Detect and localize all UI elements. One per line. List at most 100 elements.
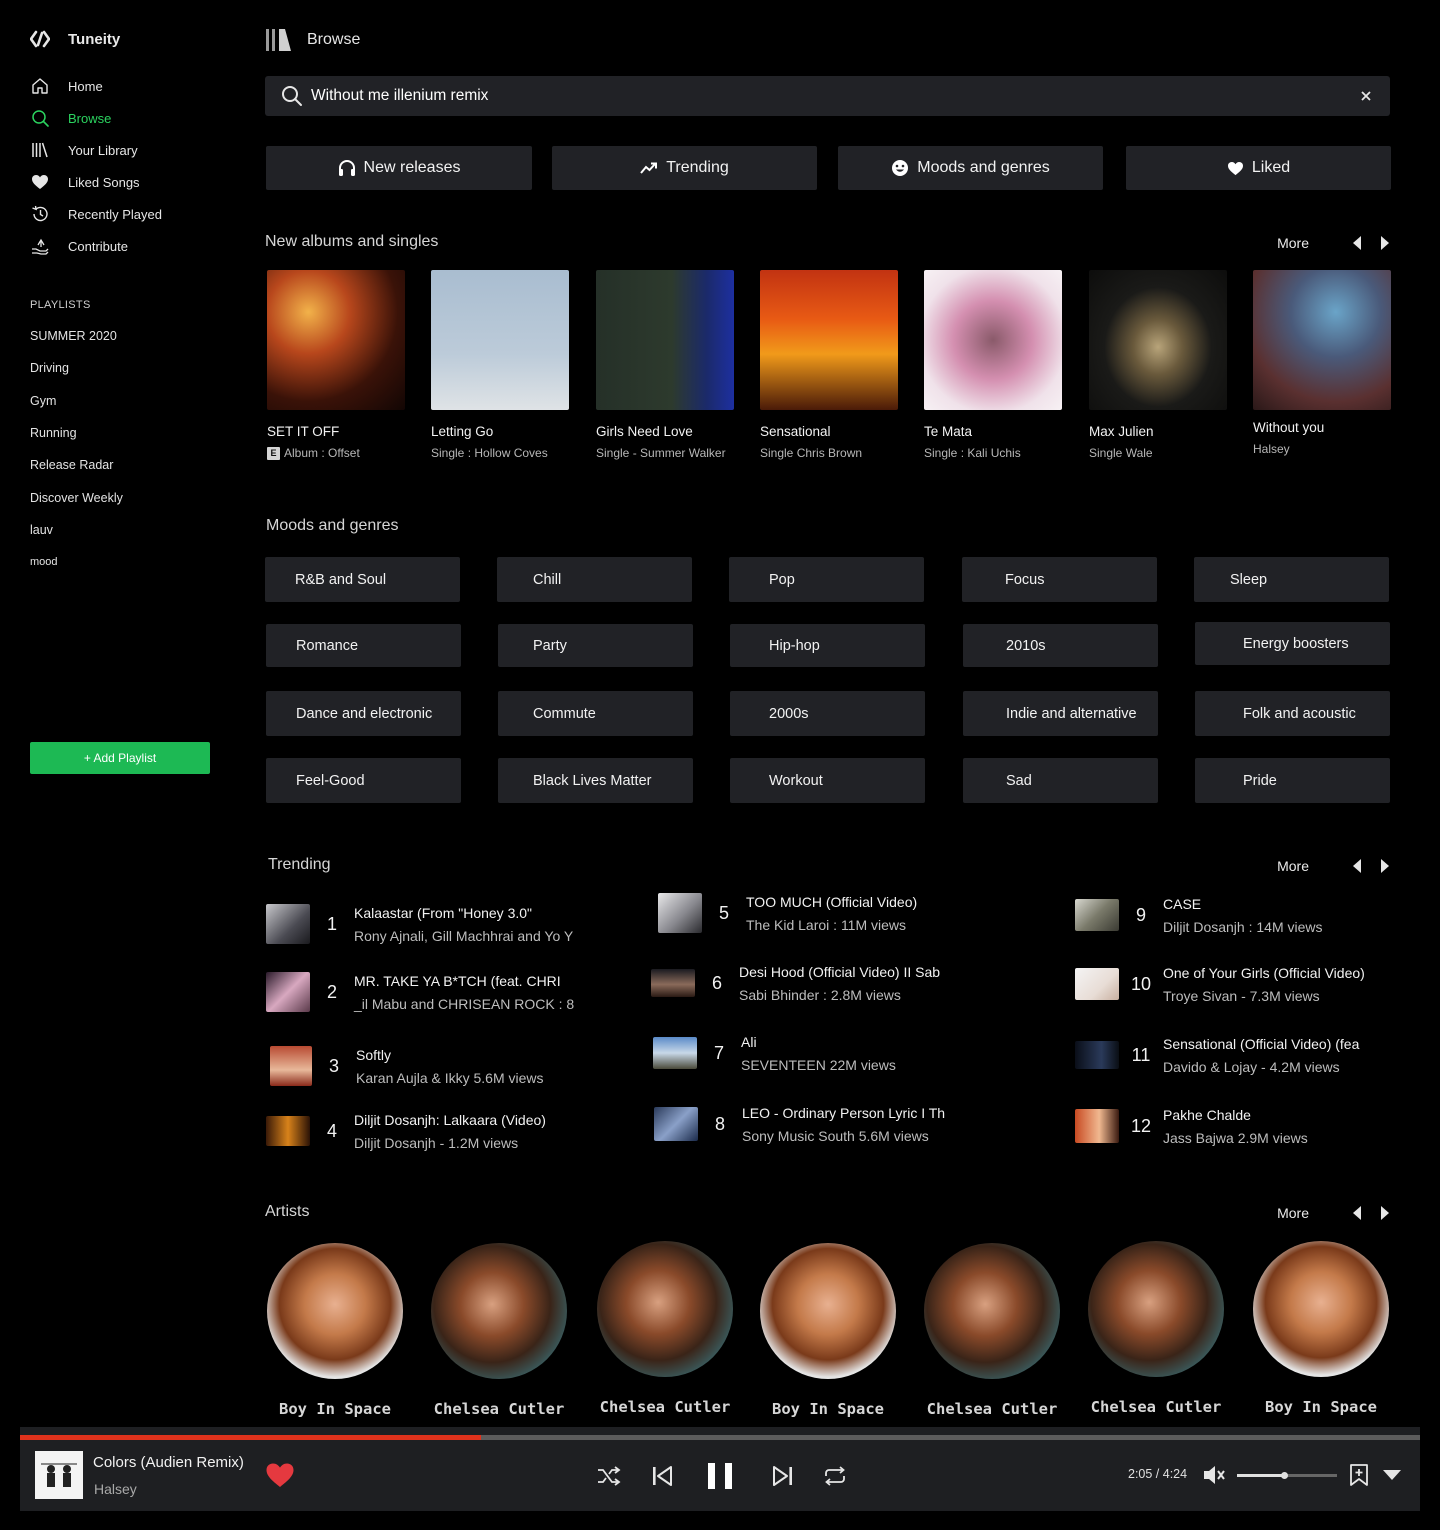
track-title: Pakhe Chalde (1163, 1106, 1251, 1123)
trending-button[interactable]: Trending (552, 146, 817, 190)
chevron-left-icon[interactable] (1351, 235, 1363, 251)
trending-item[interactable]: 2 MR. TAKE YA B*TCH (feat. CHRI _il Mabu … (266, 966, 574, 1018)
album-card[interactable]: Girls Need Love Single - Summer Walker (596, 270, 734, 460)
mood-tile[interactable]: Indie and alternative (963, 691, 1158, 736)
mood-tile[interactable]: Black Lives Matter (498, 758, 693, 803)
artist-card[interactable]: Boy In Space (1252, 1241, 1390, 1416)
nav-item-liked-songs[interactable]: Liked Songs (30, 166, 162, 198)
artist-card[interactable]: Boy In Space (266, 1243, 404, 1418)
heart-icon (30, 172, 50, 192)
playlist-item[interactable]: Running (30, 417, 123, 449)
mood-tile[interactable]: Focus (962, 557, 1157, 602)
pause-button[interactable] (704, 1461, 736, 1491)
trending-item[interactable]: 1 Kalaastar (From "Honey 3.0" Rony Ajnali… (266, 898, 573, 950)
trending-item[interactable]: 4 Diljit Dosanjh: Lalkaara (Video) Diljit… (266, 1105, 546, 1157)
trending-item[interactable]: 7 Ali SEVENTEEN 22M views (653, 1027, 896, 1079)
mood-tile[interactable]: 2010s (963, 624, 1158, 667)
trending-item[interactable]: 12 Pakhe Chalde Jass Bajwa 2.9M views (1075, 1100, 1308, 1152)
new-releases-button[interactable]: New releases (266, 146, 532, 190)
nav-item-contribute[interactable]: Contribute (30, 230, 162, 262)
mood-tile[interactable]: Hip-hop (730, 624, 925, 667)
trending-item[interactable]: 10 One of Your Girls (Official Video) Tro… (1075, 958, 1365, 1010)
previous-button[interactable] (649, 1461, 675, 1491)
chevron-right-icon[interactable] (1379, 1205, 1391, 1221)
album-card[interactable]: Without you Halsey (1253, 270, 1391, 456)
mood-tile[interactable]: Commute (498, 691, 693, 736)
clear-search-button[interactable] (1358, 88, 1374, 104)
mood-tile[interactable]: R&B and Soul (265, 557, 460, 602)
trending-item[interactable]: 6 Desi Hood (Official Video) II Sab Sabi … (651, 957, 940, 1009)
volume-knob[interactable] (1281, 1472, 1288, 1479)
track-title: Sensational (Official Video) (fea (1163, 1035, 1360, 1052)
playlist-item[interactable]: Driving (30, 352, 123, 384)
mood-tile[interactable]: Party (498, 624, 693, 667)
playback-progress[interactable] (20, 1435, 1420, 1440)
track-thumbnail (1075, 968, 1119, 1000)
trending-item[interactable]: 5 TOO MUCH (Official Video) The Kid Laroi… (658, 887, 917, 939)
volume-slider[interactable] (1237, 1472, 1337, 1479)
now-playing-title[interactable]: Colors (Audien Remix) (93, 1454, 244, 1471)
search-input[interactable] (311, 87, 1358, 105)
playlist-item[interactable]: Discover Weekly (30, 481, 123, 513)
album-card[interactable]: Letting Go Single : Hollow Coves (431, 270, 569, 460)
chevron-left-icon[interactable] (1351, 1205, 1363, 1221)
like-button[interactable] (265, 1462, 295, 1488)
add-playlist-button[interactable]: + Add Playlist (30, 742, 210, 774)
mood-tile[interactable]: Energy boosters (1195, 622, 1390, 665)
artist-card[interactable]: Chelsea Cutler (596, 1241, 734, 1416)
artist-avatar (1253, 1241, 1389, 1377)
mute-button[interactable] (1202, 1463, 1226, 1487)
trending-item[interactable]: 8 LEO - Ordinary Person Lyric I Th Sony M… (654, 1098, 945, 1150)
trending-item[interactable]: 11 Sensational (Official Video) (fea Davi… (1075, 1029, 1359, 1081)
mood-tile[interactable]: Pop (729, 557, 924, 602)
mood-tile[interactable]: Dance and electronic (266, 691, 461, 736)
album-card[interactable]: Te Mata Single : Kali Uchis (924, 270, 1062, 460)
app-logo[interactable]: Tuneity (30, 30, 120, 48)
more-link[interactable]: More (1277, 858, 1309, 874)
chevron-right-icon[interactable] (1379, 235, 1391, 251)
nav-item-browse[interactable]: Browse (30, 102, 162, 134)
now-playing-art[interactable] (35, 1451, 83, 1499)
mood-tile[interactable]: Chill (497, 557, 692, 602)
playlist-item[interactable]: SUMMER 2020 (30, 320, 123, 352)
mood-tile[interactable]: Romance (266, 624, 461, 667)
more-link[interactable]: More (1277, 235, 1309, 251)
nav-item-library[interactable]: Your Library (30, 134, 162, 166)
add-to-playlist-button[interactable] (1348, 1463, 1370, 1487)
mood-tile[interactable]: Sleep (1194, 557, 1389, 602)
mood-tile[interactable]: Folk and acoustic (1195, 691, 1390, 736)
trending-item[interactable]: 3 Softly Karan Aujla & Ikky 5.6M views (270, 1040, 544, 1092)
next-button[interactable] (770, 1461, 796, 1491)
mood-tile[interactable]: Pride (1195, 758, 1390, 803)
moods-genres-button[interactable]: Moods and genres (838, 146, 1103, 190)
artist-card[interactable]: Chelsea Cutler (430, 1243, 568, 1418)
track-rank: 1 (326, 913, 337, 934)
shuffle-button[interactable] (596, 1461, 622, 1491)
chevron-left-icon[interactable] (1351, 858, 1363, 874)
mood-tile[interactable]: Sad (963, 758, 1158, 803)
album-card[interactable]: SET IT OFF E Album : Offset (267, 270, 405, 460)
more-link[interactable]: More (1277, 1205, 1309, 1221)
now-playing-artist[interactable]: Halsey (94, 1481, 137, 1497)
playlists-heading: PLAYLISTS (30, 299, 91, 311)
artist-card[interactable]: Boy In Space (759, 1243, 897, 1418)
playlist-item[interactable]: Release Radar (30, 449, 123, 481)
mood-tile[interactable]: Feel-Good (266, 758, 461, 803)
repeat-button[interactable] (822, 1461, 848, 1491)
liked-button[interactable]: Liked (1126, 146, 1391, 190)
mood-tile[interactable]: Workout (730, 758, 925, 803)
artist-card[interactable]: Chelsea Cutler (1087, 1241, 1225, 1416)
nav-item-home[interactable]: Home (30, 70, 162, 102)
playlist-item[interactable]: Gym (30, 385, 123, 417)
headphones-icon (338, 160, 355, 176)
album-card[interactable]: Max Julien Single Wale (1089, 270, 1227, 460)
trending-item[interactable]: 9 CASE Diljit Dosanjh : 14M views (1075, 889, 1323, 941)
chevron-right-icon[interactable] (1379, 858, 1391, 874)
artist-card[interactable]: Chelsea Cutler (923, 1243, 1061, 1418)
mood-tile[interactable]: 2000s (730, 691, 925, 736)
playlist-item[interactable]: lauv (30, 514, 123, 546)
nav-item-recently-played[interactable]: Recently Played (30, 198, 162, 230)
chevron-down-icon[interactable] (1382, 1469, 1402, 1481)
playlist-item[interactable]: mood (30, 546, 123, 578)
album-card[interactable]: Sensational Single Chris Brown (760, 270, 898, 460)
